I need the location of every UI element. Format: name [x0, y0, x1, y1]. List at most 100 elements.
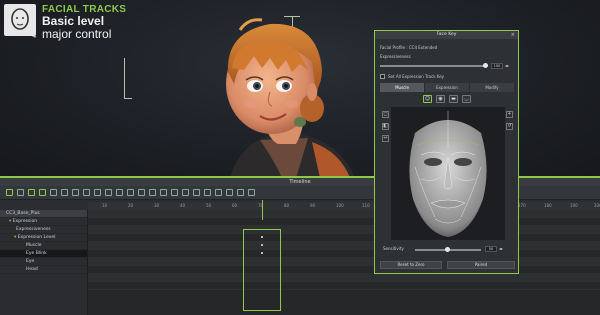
spin-icon[interactable]: ◂▸: [505, 63, 509, 68]
timeline-ruler[interactable]: 10 20 30 40 50 60 70 80 90 100 110 120 1…: [88, 202, 600, 210]
spin-icon[interactable]: ◂▸: [499, 246, 503, 251]
audio-icon[interactable]: [171, 189, 178, 196]
track-label: Expression Level: [17, 235, 56, 240]
merge-icon[interactable]: [138, 189, 145, 196]
zoom-icon[interactable]: +: [506, 111, 513, 118]
expressiveness-label: Expressiveness: [380, 54, 411, 59]
track-row-eye-blink[interactable]: Eye Blink: [0, 250, 87, 258]
track-key-checkbox[interactable]: [380, 74, 385, 79]
ruler-label: 190: [570, 203, 578, 208]
sensitivity-value[interactable]: 50: [485, 246, 497, 252]
track-label: Expressiveness: [16, 227, 51, 232]
keyframe[interactable]: [261, 244, 263, 246]
track-lanes[interactable]: [88, 200, 600, 315]
filter-icon[interactable]: [50, 189, 57, 196]
track-label: Muscle: [26, 243, 42, 248]
track-label: Eye Blink: [26, 251, 47, 256]
lips-icon[interactable]: ◡: [462, 95, 471, 103]
face-key-title: Face Key: [375, 31, 518, 39]
track-label: Eye: [26, 259, 35, 264]
split-icon[interactable]: [127, 189, 134, 196]
track-key-label: Set All Expression Track Key: [388, 74, 445, 79]
stop-icon[interactable]: [17, 189, 24, 196]
track-row-muscle[interactable]: Muscle: [0, 242, 87, 250]
fit-icon[interactable]: [83, 189, 90, 196]
ruler-label: 50: [206, 203, 212, 208]
flag-icon[interactable]: [105, 189, 112, 196]
sensitivity-slider-knob[interactable]: [445, 247, 450, 252]
curve-icon[interactable]: [160, 189, 167, 196]
playhead[interactable]: [262, 200, 263, 220]
expressiveness-slider[interactable]: [380, 65, 486, 67]
face-region-icons: ☺ ◉ ▬ ◡: [423, 95, 471, 103]
tab-muscle[interactable]: Muscle: [380, 83, 425, 92]
zoom-in-icon[interactable]: [61, 189, 68, 196]
ruler-label: 60: [232, 203, 238, 208]
character-model[interactable]: [200, 12, 360, 178]
layer-icon[interactable]: [193, 189, 200, 196]
track-row-expression-level[interactable]: ▾ Expression Level: [0, 234, 87, 242]
ruler-label: 10: [102, 203, 108, 208]
view-front-icon[interactable]: ◻: [382, 111, 389, 118]
face-key-panel: Face Key × Facial Profile : CC4 Extended…: [374, 30, 519, 274]
sensitivity-label: Sensitivity: [383, 246, 404, 251]
tab-modify[interactable]: Modify: [470, 83, 515, 92]
track-row-base[interactable]: CC3_Base_Plus: [0, 210, 87, 218]
face-key-tabs: Muscle Expression Modify: [380, 83, 515, 92]
zoom-out-icon[interactable]: [72, 189, 79, 196]
reset-to-zero-button[interactable]: Reset to Zero: [380, 261, 442, 269]
face-muscle-map[interactable]: [391, 107, 505, 240]
expressiveness-value[interactable]: 100: [491, 63, 503, 69]
branding: 4 FACIAL TRACKS Basic level major contro…: [4, 4, 126, 41]
guide-line: [124, 58, 125, 98]
camera-icon[interactable]: [182, 189, 189, 196]
ruler-label: 30: [154, 203, 160, 208]
ruler-label: 40: [180, 203, 186, 208]
track-tree: CC3_Base_Plus ▾ Expression Expressivenes…: [0, 210, 88, 315]
link-icon[interactable]: [116, 189, 123, 196]
motion-icon[interactable]: [237, 189, 244, 196]
expressiveness-slider-knob[interactable]: [483, 63, 488, 68]
selection-range[interactable]: [243, 229, 281, 311]
reset-view-icon[interactable]: ↺: [506, 123, 513, 130]
ruler-label: 110: [362, 203, 370, 208]
facial-profile-label: Facial Profile : CC4 Extended: [380, 45, 438, 50]
track-row-expressiveness[interactable]: Expressiveness: [0, 226, 87, 234]
view-side-icon[interactable]: ◧: [382, 123, 389, 130]
eye-icon[interactable]: [215, 189, 222, 196]
eye-icon[interactable]: ◉: [436, 95, 445, 103]
expand-icon[interactable]: [248, 189, 255, 196]
track-label: Expression: [12, 219, 38, 224]
ruler-label: 100: [336, 203, 344, 208]
ruler-label: 20: [128, 203, 134, 208]
ruler-label: 170: [518, 203, 526, 208]
snap-icon[interactable]: [149, 189, 156, 196]
keyframe[interactable]: [261, 236, 263, 238]
track-label: Head: [26, 267, 38, 272]
ruler-label: 200: [594, 203, 600, 208]
keyframe[interactable]: [261, 252, 263, 254]
loop-icon[interactable]: [28, 189, 35, 196]
mirror-icon[interactable]: ⇔: [382, 135, 389, 142]
face-logo-icon: 4: [4, 4, 36, 40]
lock-icon[interactable]: [204, 189, 211, 196]
ruler-label: 80: [284, 203, 290, 208]
paired-button[interactable]: Paired: [447, 261, 515, 269]
mouth-icon[interactable]: ▬: [449, 95, 458, 103]
track-row-expression[interactable]: ▾ Expression: [0, 218, 87, 226]
logo-badge: 4: [32, 32, 37, 40]
head-icon[interactable]: ☺: [423, 95, 432, 103]
settings-icon[interactable]: [94, 189, 101, 196]
tab-expression[interactable]: Expression: [425, 83, 470, 92]
brand-tagline: major control: [42, 27, 112, 42]
ruler-label: 90: [310, 203, 316, 208]
marker-icon[interactable]: [226, 189, 233, 196]
guide-line: [124, 98, 132, 99]
key-icon[interactable]: [39, 189, 46, 196]
play-icon[interactable]: [6, 189, 13, 196]
close-icon[interactable]: ×: [511, 31, 515, 39]
track-row-eye[interactable]: Eye: [0, 258, 87, 266]
ruler-label: 180: [544, 203, 552, 208]
track-row-head[interactable]: Head: [0, 266, 87, 274]
track-label: CC3_Base_Plus: [6, 211, 40, 216]
